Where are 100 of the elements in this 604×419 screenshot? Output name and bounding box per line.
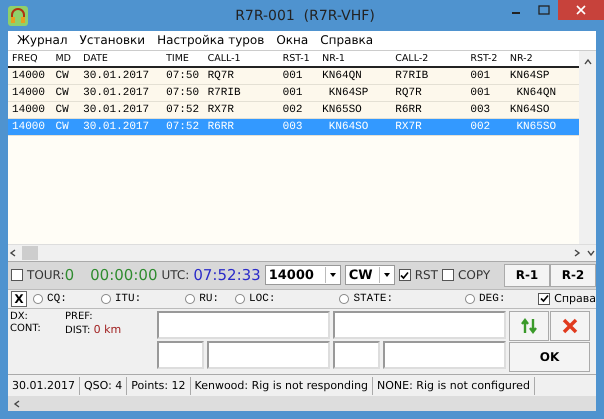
table-cell-text: 30.01.2017: [83, 104, 150, 116]
cont-label: CONT:: [10, 323, 42, 336]
table-cell-text: KN64SP: [328, 86, 370, 99]
column-header[interactable]: RST-1: [282, 52, 322, 64]
ok-button[interactable]: OK: [509, 342, 590, 372]
pref-label: PREF:: [65, 311, 94, 324]
checkbox[interactable]: [538, 292, 550, 305]
close-icon: [576, 5, 586, 15]
frequency-dropdown[interactable]: 14000: [264, 265, 341, 286]
column-header[interactable]: RST-2: [470, 52, 510, 64]
utc-label: UTC:: [162, 268, 190, 282]
clear-button[interactable]: X: [11, 290, 27, 307]
radio[interactable]: [100, 294, 111, 304]
table-cell-text: 30.01.2017: [83, 70, 150, 82]
checkbox[interactable]: [398, 269, 411, 282]
menu-item[interactable]: Окна: [270, 33, 314, 48]
swap-arrows-icon: [520, 317, 538, 336]
column-header[interactable]: NR-2: [510, 52, 579, 64]
table-cell-text: KN65SO: [515, 120, 558, 133]
rig-button[interactable]: R-1: [504, 264, 550, 287]
maximize-icon: [538, 5, 550, 15]
swap-button[interactable]: [509, 311, 549, 342]
radio-label: DEG:: [479, 292, 506, 305]
table-cell-text: 07:50: [166, 70, 200, 82]
table-cell-text: KN64SO: [328, 120, 370, 133]
scroll-left-icon[interactable]: [12, 398, 22, 409]
radio[interactable]: [339, 294, 350, 304]
column-header[interactable]: DATE: [83, 52, 166, 64]
column-header[interactable]: CALL-2: [395, 52, 470, 64]
scroll-down-icon[interactable]: [586, 248, 596, 258]
checkbox[interactable]: [11, 269, 23, 282]
table-cell-text: 07:52: [166, 104, 200, 116]
column-header[interactable]: TIME: [166, 52, 208, 64]
headphones-icon: [8, 6, 28, 26]
table-cell-text: R6RR: [395, 104, 423, 116]
radio[interactable]: [465, 294, 476, 304]
status-segment: Kenwood: Rig is not responding: [190, 376, 374, 395]
dx-label: DX:: [10, 311, 29, 324]
close-icon: [562, 318, 578, 334]
tour-label: TOUR:: [27, 268, 65, 282]
table-cell-text: R7RIB: [208, 86, 242, 99]
table-cell-text: KN64SP: [510, 70, 550, 82]
table-cell-text: 07:52: [166, 120, 200, 133]
column-header[interactable]: FREQ: [12, 52, 56, 64]
column-header[interactable]: MD: [55, 52, 84, 64]
table-cell-text: CW: [55, 70, 70, 82]
menu-item[interactable]: Справка: [314, 33, 380, 48]
menu-item[interactable]: Журнал: [11, 33, 74, 48]
scroll-right-icon[interactable]: [572, 248, 582, 258]
table-cell-text: KN65SO: [322, 104, 363, 116]
table-row[interactable]: 14000 CW 30.01.2017 07:50 R7RIB 001 KN64SP RQ7R 001 KN64QN: [8, 84, 579, 102]
column-header[interactable]: CALL-1: [208, 52, 283, 64]
mode-dropdown[interactable]: CW: [344, 265, 395, 286]
input-field[interactable]: [207, 341, 330, 370]
scroll-left-icon[interactable]: [8, 248, 18, 258]
scroll-up-icon[interactable]: [582, 56, 592, 67]
table-cell-text: KN64QN: [515, 86, 558, 99]
radio-label: STATE:: [353, 292, 394, 305]
table-cell-text: 14000: [12, 104, 46, 116]
radio-label: ITU:: [114, 292, 142, 305]
close-button[interactable]: [558, 0, 604, 20]
rst-label: RST: [414, 268, 438, 282]
copy-label: COPY: [458, 268, 490, 282]
input-field[interactable]: [157, 341, 204, 370]
table-cell-text: 002: [470, 120, 492, 133]
radio[interactable]: [235, 294, 246, 304]
radio[interactable]: [33, 294, 43, 304]
cancel-button[interactable]: [550, 311, 590, 342]
table-cell-text: 30.01.2017: [83, 86, 150, 99]
table-cell-text: RQ7R: [395, 86, 423, 99]
status-segment: NONE: Rig is not configured: [373, 376, 535, 395]
scrollbar-thumb[interactable]: [22, 246, 38, 260]
rig-button[interactable]: R-2: [550, 264, 596, 287]
table-cell-text: 001: [282, 86, 304, 99]
column-header[interactable]: NR-1: [322, 52, 396, 64]
table-row[interactable]: 14000 CW 30.01.2017 07:50 RQ7R 001 KN64QN R7RIB 001 KN64SP: [8, 68, 579, 85]
table-cell-text: 001: [470, 86, 492, 99]
table-cell-text: 003: [470, 104, 492, 116]
table-cell-text: R7RIB: [395, 70, 430, 82]
radio-label: RU:: [199, 292, 220, 305]
table-cell-text: CW: [55, 120, 70, 133]
radio[interactable]: [185, 294, 196, 304]
input-field[interactable]: [383, 341, 506, 370]
dist-label: DIST:: [65, 325, 90, 336]
table-cell-text: 001: [282, 70, 304, 82]
table-cell-text: R6RR: [208, 120, 235, 133]
table-cell-text: RQ7R: [208, 70, 235, 82]
table-cell-text: 14000: [12, 120, 46, 133]
table-cell-text: 14000: [12, 86, 46, 99]
table-cell-text: 07:50: [166, 86, 200, 99]
table-cell-text: 003: [282, 120, 304, 133]
input-field[interactable]: [333, 311, 506, 340]
table-cell-text: CW: [55, 104, 70, 116]
menu-item[interactable]: Установки: [74, 33, 152, 48]
input-field[interactable]: [157, 311, 330, 340]
checkbox[interactable]: [442, 269, 454, 282]
table-row[interactable]: 14000 CW 30.01.2017 07:52 RX7R 002 KN65SO R6RR 003 KN64SO: [8, 102, 579, 119]
minimize-icon: [510, 12, 521, 14]
input-field[interactable]: [333, 341, 380, 370]
menu-item[interactable]: Настройка туров: [151, 33, 270, 48]
